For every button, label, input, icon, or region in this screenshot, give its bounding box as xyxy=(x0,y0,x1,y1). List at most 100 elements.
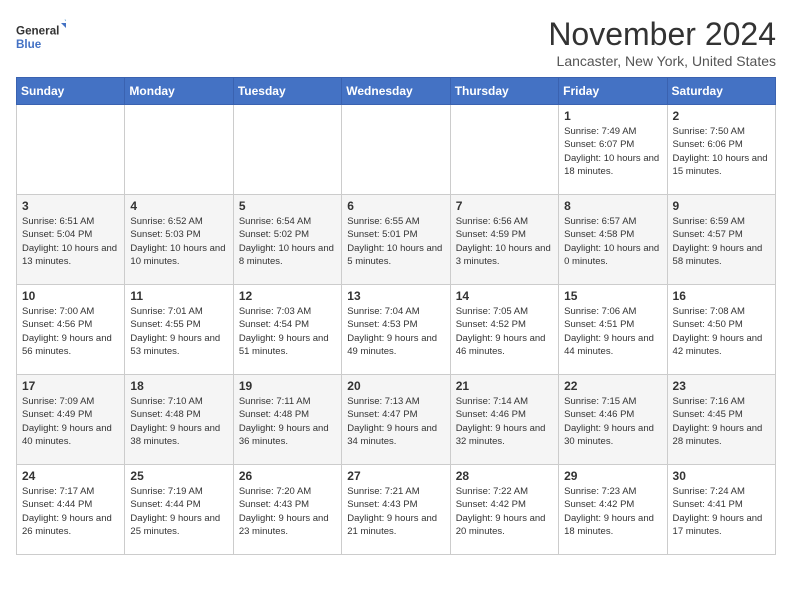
day-number: 10 xyxy=(22,289,119,303)
calendar-day-cell: 5 Sunrise: 6:54 AM Sunset: 5:02 PM Daylig… xyxy=(233,195,341,285)
calendar-day-cell xyxy=(233,105,341,195)
day-number: 22 xyxy=(564,379,661,393)
day-number: 1 xyxy=(564,109,661,123)
calendar-weekday-header: Thursday xyxy=(450,78,558,105)
calendar-weekday-header: Tuesday xyxy=(233,78,341,105)
day-info: Sunrise: 7:49 AM Sunset: 6:07 PM Dayligh… xyxy=(564,125,661,178)
calendar-week-row: 24Sunrise: 7:17 AM Sunset: 4:44 PM Dayli… xyxy=(17,465,776,555)
day-info: Sunrise: 7:21 AM Sunset: 4:43 PM Dayligh… xyxy=(347,485,444,538)
svg-text:Blue: Blue xyxy=(16,38,42,51)
calendar-day-cell: 18 Sunrise: 7:10 AM Sunset: 4:48 PM Dayli… xyxy=(125,375,233,465)
day-number: 6 xyxy=(347,199,444,213)
day-info: Sunrise: 6:59 AM Sunset: 4:57 PM Dayligh… xyxy=(673,215,770,268)
calendar-day-cell: 22 Sunrise: 7:15 AM Sunset: 4:46 PM Dayli… xyxy=(559,375,667,465)
day-info: Sunrise: 7:22 AM Sunset: 4:42 PM Dayligh… xyxy=(456,485,553,538)
day-number: 28 xyxy=(456,469,553,483)
calendar-day-cell: 12 Sunrise: 7:03 AM Sunset: 4:54 PM Dayli… xyxy=(233,285,341,375)
day-number: 25 xyxy=(130,469,227,483)
day-number: 17 xyxy=(22,379,119,393)
calendar-day-cell: 15 Sunrise: 7:06 AM Sunset: 4:51 PM Dayli… xyxy=(559,285,667,375)
day-number: 15 xyxy=(564,289,661,303)
calendar-day-cell xyxy=(17,105,125,195)
day-info: Sunrise: 7:11 AM Sunset: 4:48 PM Dayligh… xyxy=(239,395,336,448)
day-number: 23 xyxy=(673,379,770,393)
calendar-day-cell: 4 Sunrise: 6:52 AM Sunset: 5:03 PM Daylig… xyxy=(125,195,233,285)
day-info: Sunrise: 6:55 AM Sunset: 5:01 PM Dayligh… xyxy=(347,215,444,268)
day-number: 20 xyxy=(347,379,444,393)
day-info: Sunrise: 7:01 AM Sunset: 4:55 PM Dayligh… xyxy=(130,305,227,358)
day-info: Sunrise: 7:03 AM Sunset: 4:54 PM Dayligh… xyxy=(239,305,336,358)
day-info: Sunrise: 6:54 AM Sunset: 5:02 PM Dayligh… xyxy=(239,215,336,268)
calendar-weekday-header: Friday xyxy=(559,78,667,105)
calendar-day-cell: 30Sunrise: 7:24 AM Sunset: 4:41 PM Dayli… xyxy=(667,465,775,555)
day-number: 27 xyxy=(347,469,444,483)
day-number: 7 xyxy=(456,199,553,213)
day-number: 14 xyxy=(456,289,553,303)
day-info: Sunrise: 7:16 AM Sunset: 4:45 PM Dayligh… xyxy=(673,395,770,448)
day-number: 13 xyxy=(347,289,444,303)
calendar-day-cell: 21 Sunrise: 7:14 AM Sunset: 4:46 PM Dayli… xyxy=(450,375,558,465)
day-info: Sunrise: 7:14 AM Sunset: 4:46 PM Dayligh… xyxy=(456,395,553,448)
day-info: Sunrise: 7:05 AM Sunset: 4:52 PM Dayligh… xyxy=(456,305,553,358)
calendar-table: SundayMondayTuesdayWednesdayThursdayFrid… xyxy=(16,77,776,555)
calendar-day-cell: 27 Sunrise: 7:21 AM Sunset: 4:43 PM Dayli… xyxy=(342,465,450,555)
title-area: November 2024 Lancaster, New York, Unite… xyxy=(548,16,776,69)
page-header: General Blue November 2024 Lancaster, Ne… xyxy=(16,16,776,69)
calendar-day-cell xyxy=(450,105,558,195)
calendar-weekday-header: Monday xyxy=(125,78,233,105)
day-number: 4 xyxy=(130,199,227,213)
calendar-header-row: SundayMondayTuesdayWednesdayThursdayFrid… xyxy=(17,78,776,105)
calendar-day-cell xyxy=(342,105,450,195)
calendar-day-cell: 24Sunrise: 7:17 AM Sunset: 4:44 PM Dayli… xyxy=(17,465,125,555)
logo: General Blue xyxy=(16,16,66,60)
calendar-weekday-header: Sunday xyxy=(17,78,125,105)
calendar-day-cell: 25 Sunrise: 7:19 AM Sunset: 4:44 PM Dayli… xyxy=(125,465,233,555)
calendar-day-cell: 26Sunrise: 7:20 AM Sunset: 4:43 PM Dayli… xyxy=(233,465,341,555)
calendar-day-cell: 16 Sunrise: 7:08 AM Sunset: 4:50 PM Dayli… xyxy=(667,285,775,375)
calendar-week-row: 10 Sunrise: 7:00 AM Sunset: 4:56 PM Dayli… xyxy=(17,285,776,375)
day-number: 8 xyxy=(564,199,661,213)
location: Lancaster, New York, United States xyxy=(548,53,776,69)
calendar-day-cell: 28 Sunrise: 7:22 AM Sunset: 4:42 PM Dayli… xyxy=(450,465,558,555)
calendar-weekday-header: Saturday xyxy=(667,78,775,105)
day-number: 21 xyxy=(456,379,553,393)
logo-icon: General Blue xyxy=(16,16,66,60)
day-info: Sunrise: 6:52 AM Sunset: 5:03 PM Dayligh… xyxy=(130,215,227,268)
calendar-day-cell: 9 Sunrise: 6:59 AM Sunset: 4:57 PM Daylig… xyxy=(667,195,775,285)
calendar-weekday-header: Wednesday xyxy=(342,78,450,105)
calendar-week-row: 3Sunrise: 6:51 AM Sunset: 5:04 PM Daylig… xyxy=(17,195,776,285)
day-number: 12 xyxy=(239,289,336,303)
calendar-week-row: 1 Sunrise: 7:49 AM Sunset: 6:07 PM Daylig… xyxy=(17,105,776,195)
day-info: Sunrise: 7:06 AM Sunset: 4:51 PM Dayligh… xyxy=(564,305,661,358)
day-info: Sunrise: 6:57 AM Sunset: 4:58 PM Dayligh… xyxy=(564,215,661,268)
day-info: Sunrise: 7:50 AM Sunset: 6:06 PM Dayligh… xyxy=(673,125,770,178)
day-info: Sunrise: 7:08 AM Sunset: 4:50 PM Dayligh… xyxy=(673,305,770,358)
calendar-day-cell: 13Sunrise: 7:04 AM Sunset: 4:53 PM Dayli… xyxy=(342,285,450,375)
calendar-day-cell: 1 Sunrise: 7:49 AM Sunset: 6:07 PM Daylig… xyxy=(559,105,667,195)
day-number: 16 xyxy=(673,289,770,303)
day-info: Sunrise: 7:00 AM Sunset: 4:56 PM Dayligh… xyxy=(22,305,119,358)
calendar-day-cell: 7 Sunrise: 6:56 AM Sunset: 4:59 PM Daylig… xyxy=(450,195,558,285)
day-info: Sunrise: 7:20 AM Sunset: 4:43 PM Dayligh… xyxy=(239,485,336,538)
calendar-day-cell: 10 Sunrise: 7:00 AM Sunset: 4:56 PM Dayli… xyxy=(17,285,125,375)
day-number: 9 xyxy=(673,199,770,213)
day-number: 5 xyxy=(239,199,336,213)
day-number: 2 xyxy=(673,109,770,123)
calendar-day-cell: 11Sunrise: 7:01 AM Sunset: 4:55 PM Dayli… xyxy=(125,285,233,375)
day-number: 3 xyxy=(22,199,119,213)
calendar-week-row: 17 Sunrise: 7:09 AM Sunset: 4:49 PM Dayli… xyxy=(17,375,776,465)
day-number: 18 xyxy=(130,379,227,393)
day-info: Sunrise: 7:10 AM Sunset: 4:48 PM Dayligh… xyxy=(130,395,227,448)
day-info: Sunrise: 7:19 AM Sunset: 4:44 PM Dayligh… xyxy=(130,485,227,538)
calendar-day-cell: 2 Sunrise: 7:50 AM Sunset: 6:06 PM Daylig… xyxy=(667,105,775,195)
svg-text:General: General xyxy=(16,25,59,38)
day-info: Sunrise: 7:15 AM Sunset: 4:46 PM Dayligh… xyxy=(564,395,661,448)
day-info: Sunrise: 6:56 AM Sunset: 4:59 PM Dayligh… xyxy=(456,215,553,268)
day-number: 29 xyxy=(564,469,661,483)
calendar-day-cell: 19Sunrise: 7:11 AM Sunset: 4:48 PM Dayli… xyxy=(233,375,341,465)
calendar-day-cell: 14 Sunrise: 7:05 AM Sunset: 4:52 PM Dayli… xyxy=(450,285,558,375)
day-number: 24 xyxy=(22,469,119,483)
day-number: 30 xyxy=(673,469,770,483)
day-info: Sunrise: 7:09 AM Sunset: 4:49 PM Dayligh… xyxy=(22,395,119,448)
calendar-day-cell: 20Sunrise: 7:13 AM Sunset: 4:47 PM Dayli… xyxy=(342,375,450,465)
